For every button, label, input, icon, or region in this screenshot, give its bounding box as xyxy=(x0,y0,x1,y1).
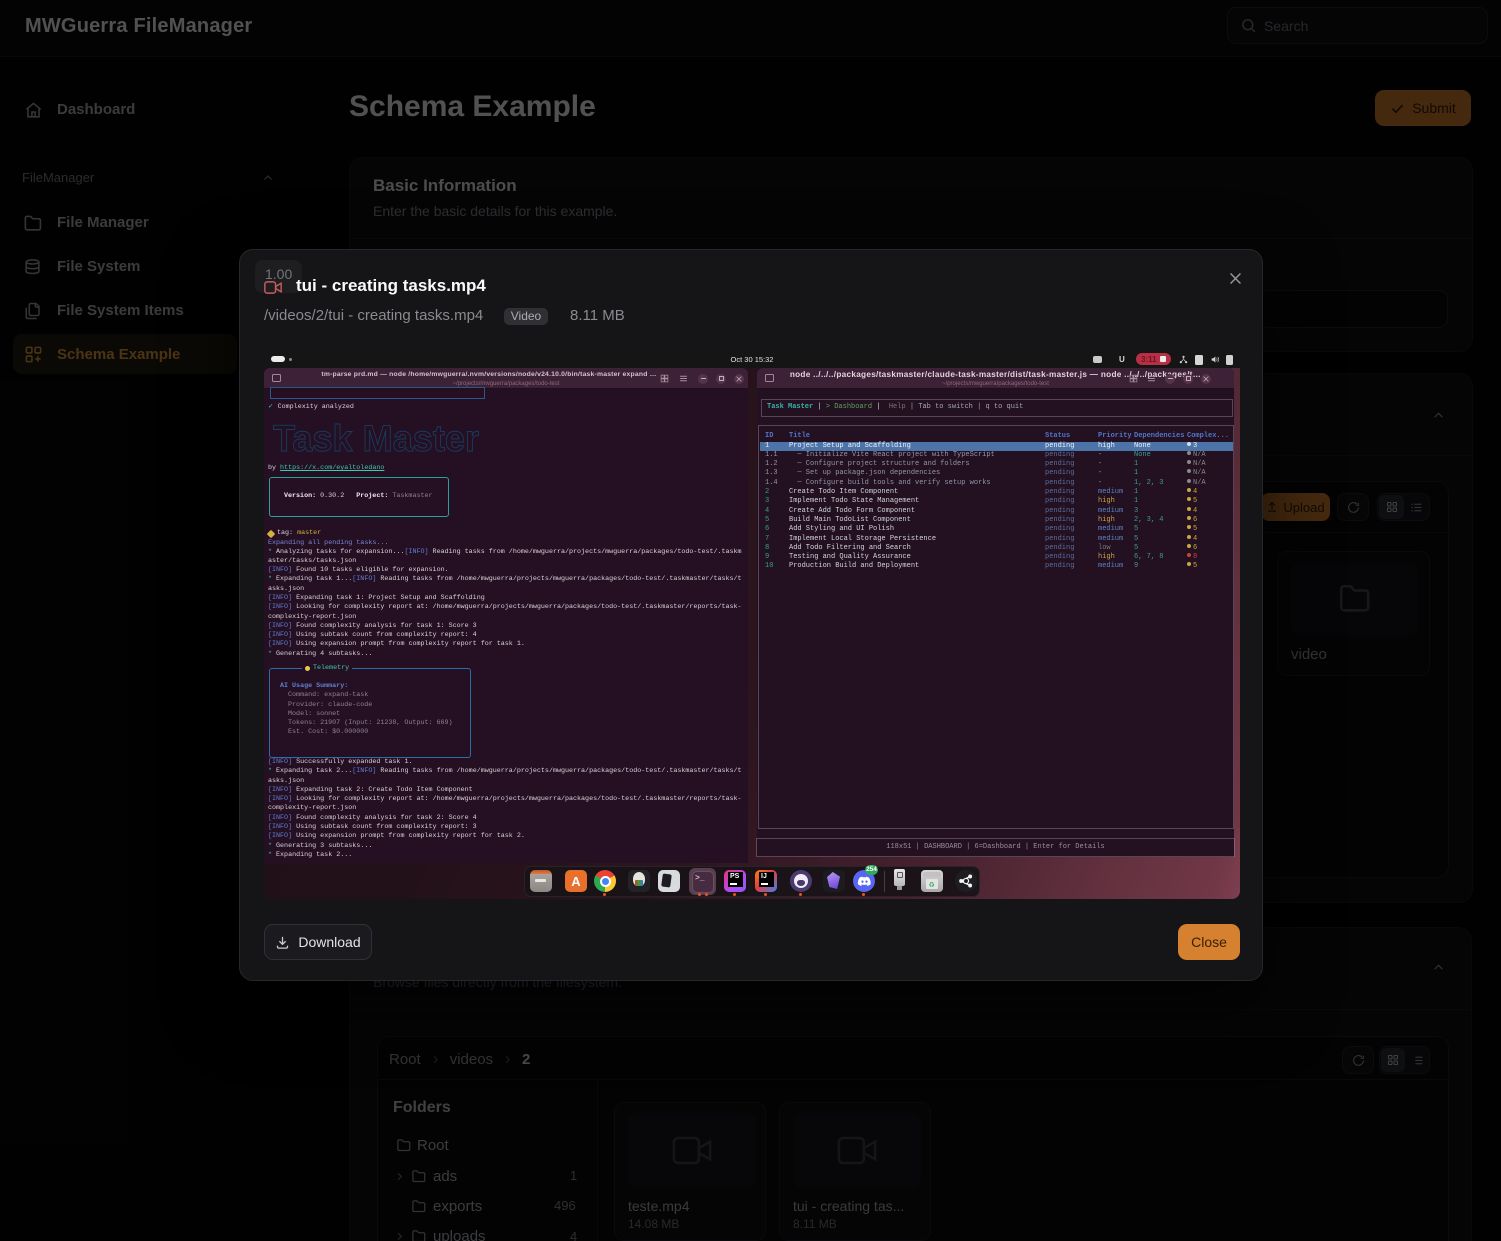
svg-text:Task Master: Task Master xyxy=(273,418,479,459)
